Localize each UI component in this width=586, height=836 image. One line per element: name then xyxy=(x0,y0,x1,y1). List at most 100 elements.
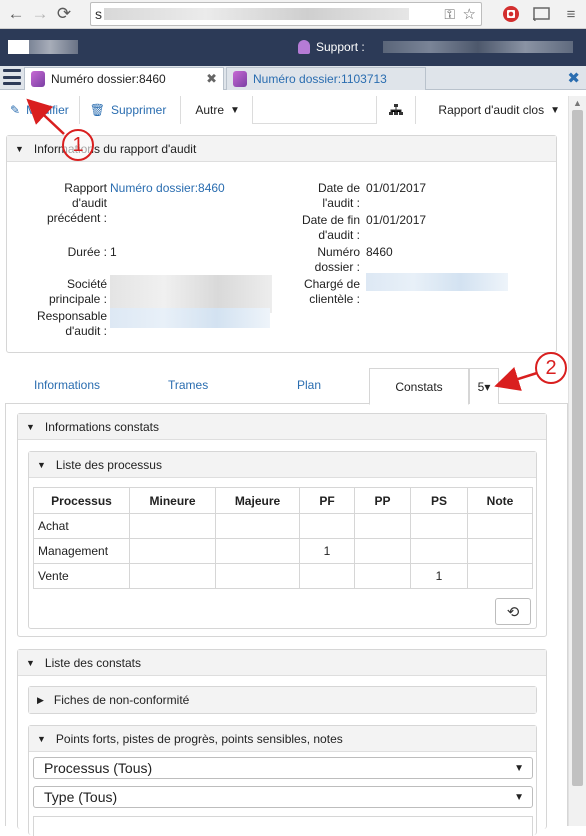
caret-down-icon: ▼ xyxy=(230,104,240,116)
label-line: clientèle : xyxy=(309,292,360,306)
info-constats-panel: ▼ Informations constats ▼ Liste des proc… xyxy=(17,413,547,637)
fiches-title: Fiches de non-conformité xyxy=(53,693,190,707)
key-icon[interactable]: ⚿ xyxy=(444,6,455,23)
cell: Achat xyxy=(33,513,130,539)
refresh-button[interactable]: ⟲ xyxy=(495,598,531,625)
fiches-panel: ▶ Fiches de non-conformité xyxy=(28,686,537,714)
page-scrollbar[interactable]: ▲ xyxy=(568,96,586,826)
caret-right-icon: ▶ xyxy=(37,694,44,705)
info-panel: ▼ Informations du rapport d'audit Rappor… xyxy=(6,135,557,353)
processus-filter-select[interactable]: Processus (Tous) ▼ xyxy=(33,757,533,779)
processus-filter-value: Processus (Tous) xyxy=(44,760,153,776)
points-header[interactable]: ▼ Points forts, pistes de progrès, point… xyxy=(29,726,536,752)
cell xyxy=(129,513,216,539)
tab-informations[interactable]: Informations xyxy=(34,378,100,392)
hierarchy-button[interactable] xyxy=(376,96,417,124)
liste-processus-header[interactable]: ▼ Liste des processus xyxy=(29,452,536,478)
stop-icon[interactable] xyxy=(500,3,522,25)
refresh-icon: ⟲ xyxy=(506,603,520,621)
document-icon xyxy=(233,71,247,87)
column-header[interactable]: PS xyxy=(410,487,468,514)
cell xyxy=(354,563,411,589)
address-bar[interactable]: s ⚿ ☆ xyxy=(90,2,482,26)
date-fin-label: Date de fin d'audit : xyxy=(287,213,360,243)
back-icon[interactable]: ← xyxy=(4,2,28,26)
autre-dropdown[interactable]: Autre ▼ xyxy=(181,96,253,124)
liste-processus-panel: ▼ Liste des processus Processus Mineure … xyxy=(28,451,537,629)
fiches-header[interactable]: ▶ Fiches de non-conformité xyxy=(29,687,536,713)
star-icon[interactable]: ☆ xyxy=(463,5,476,23)
supprimer-label: Supprimer xyxy=(110,103,167,117)
charge-label: Chargé de clientèle : xyxy=(287,277,360,307)
tab-dossier-8460[interactable]: Numéro dossier:8460 ✖ xyxy=(24,67,224,90)
cell xyxy=(467,538,533,564)
browser-toolbar: ← → ⟳ s ⚿ ☆ ≡ xyxy=(0,0,586,29)
annotation-2: 2 xyxy=(535,352,567,384)
column-header[interactable]: Majeure xyxy=(215,487,300,514)
tab-dossier-1103713[interactable]: Numéro dossier:1103713 xyxy=(226,67,426,90)
column-header[interactable]: PP xyxy=(354,487,411,514)
tab-constats[interactable]: Constats xyxy=(369,368,469,405)
url-redacted xyxy=(104,8,409,20)
type-filter-value: Type (Tous) xyxy=(44,789,118,805)
table-row[interactable]: Vente 1 xyxy=(33,563,533,589)
label-line: Rapport xyxy=(64,181,107,195)
tab-plan[interactable]: Plan xyxy=(297,378,321,392)
support-info: Support : xyxy=(298,40,573,54)
type-filter-select[interactable]: Type (Tous) ▼ xyxy=(33,786,533,808)
section-tabs: Informations Trames Plan Constats 5▾ xyxy=(5,368,568,405)
table-row[interactable]: Management 1 xyxy=(33,538,533,564)
cell xyxy=(299,513,355,539)
label-line: dossier : xyxy=(314,260,360,274)
scroll-up-icon[interactable]: ▲ xyxy=(573,98,582,108)
annotation-1: 1 xyxy=(62,129,94,161)
reload-icon[interactable]: ⟳ xyxy=(52,2,76,26)
label-line: précédent : xyxy=(46,211,107,225)
close-all-icon[interactable]: ✖ xyxy=(567,69,580,87)
cast-icon[interactable] xyxy=(530,3,552,25)
column-header[interactable]: Note xyxy=(467,487,533,514)
rapport-precedent-link[interactable]: Numéro dossier:8460 xyxy=(110,181,225,196)
caret-down-icon: ▼ xyxy=(514,762,524,774)
forward-icon[interactable]: → xyxy=(28,2,52,26)
document-tabs: Numéro dossier:8460 ✖ Numéro dossier:110… xyxy=(0,66,586,90)
column-header[interactable]: PF xyxy=(299,487,355,514)
caret-down-icon: ▼ xyxy=(26,421,35,432)
scroll-thumb[interactable] xyxy=(572,110,583,786)
modifier-button[interactable]: ✎ Modifier xyxy=(0,96,80,124)
label-line: d'audit xyxy=(72,196,107,210)
column-header[interactable]: Mineure xyxy=(129,487,216,514)
label-line: l'audit : xyxy=(322,196,360,210)
liste-constats-header[interactable]: ▼ Liste des constats xyxy=(18,650,546,676)
hamburger-menu-icon[interactable] xyxy=(3,69,21,85)
tab-label: Numéro dossier:1103713 xyxy=(253,72,387,86)
date-debut-label: Date de l'audit : xyxy=(287,181,360,211)
label-line: Société xyxy=(66,277,107,291)
rapport-label: Rapport d'audit clos xyxy=(438,103,545,117)
app-header: Support : xyxy=(0,29,586,66)
cell: 1 xyxy=(410,563,468,589)
charge-redacted xyxy=(366,273,508,291)
liste-constats-panel: ▼ Liste des constats ▶ Fiches de non-con… xyxy=(17,649,547,836)
supprimer-button[interactable]: 🗑 Supprimer xyxy=(79,96,182,124)
more-tabs-dropdown[interactable]: 5▾ xyxy=(469,368,499,404)
cell: Management xyxy=(33,538,130,564)
numero-value: 8460 xyxy=(366,245,393,259)
table-row[interactable]: Achat xyxy=(33,513,533,539)
autre-label: Autre xyxy=(195,103,225,117)
close-icon[interactable]: ✖ xyxy=(206,71,217,87)
cell xyxy=(129,538,216,564)
url-text: s xyxy=(95,6,102,22)
user-icon xyxy=(298,40,310,54)
document-icon xyxy=(31,71,45,87)
column-header[interactable]: Processus xyxy=(33,487,130,514)
points-panel: ▼ Points forts, pistes de progrès, point… xyxy=(28,725,537,836)
label-line: principale : xyxy=(48,292,107,306)
info-constats-header[interactable]: ▼ Informations constats xyxy=(18,414,546,440)
cell xyxy=(129,563,216,589)
rapport-dropdown[interactable]: Rapport d'audit clos ▼ xyxy=(416,96,568,124)
label-line: Chargé de xyxy=(303,277,360,291)
numero-label: Numéro dossier : xyxy=(287,245,360,275)
menu-icon[interactable]: ≡ xyxy=(560,3,582,25)
tab-trames[interactable]: Trames xyxy=(168,378,208,392)
